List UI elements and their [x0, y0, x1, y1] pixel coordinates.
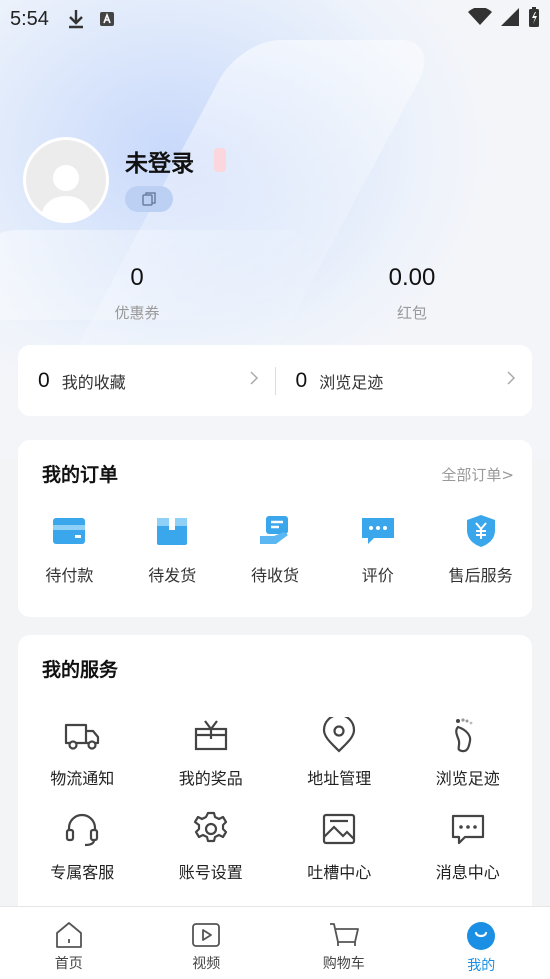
copy-icon: [142, 192, 156, 206]
download-icon: [67, 9, 85, 29]
bottom-navigation: 首页 视频 购物车 我的: [0, 906, 550, 979]
nav-profile[interactable]: 我的: [413, 907, 550, 979]
service-prizes[interactable]: 我的奖品: [147, 717, 276, 789]
favorites-label: 我的收藏: [61, 372, 126, 392]
gear-icon: [193, 811, 227, 843]
wifi-icon: [468, 6, 492, 31]
stat-value: 0.00: [388, 264, 436, 291]
nav-home[interactable]: 首页: [0, 907, 138, 979]
order-to-ship[interactable]: 待发货: [121, 514, 224, 586]
home-icon: [55, 922, 82, 948]
keyboard-a-icon: [99, 11, 115, 27]
nav-label: 首页: [54, 956, 83, 972]
service-label: 账号设置: [178, 863, 243, 882]
order-after-sales[interactable]: 售后服务: [429, 514, 532, 586]
battery-icon: [528, 6, 540, 33]
order-item-label: 评价: [361, 566, 394, 585]
order-item-label: 售后服务: [448, 566, 513, 585]
image-icon: [323, 813, 356, 845]
service-address[interactable]: 地址管理: [275, 717, 404, 789]
nav-cart[interactable]: 购物车: [275, 907, 413, 979]
chevron-right-icon: [249, 370, 259, 391]
copy-button[interactable]: [125, 186, 173, 212]
nav-label: 视频: [192, 956, 221, 972]
services-grid: 物流通知 我的奖品 地址管理 浏览足迹 专属客服 账号设置 吐槽中心 消息中心: [18, 717, 532, 883]
order-to-receive[interactable]: 待收货: [224, 514, 327, 586]
avatar[interactable]: [23, 137, 109, 223]
footprint-icon: [454, 718, 473, 753]
stat-label: 优惠券: [114, 304, 160, 322]
cart-icon: [329, 923, 359, 946]
order-review[interactable]: 评价: [326, 514, 429, 586]
service-label: 吐槽中心: [307, 863, 372, 882]
orders-title: 我的订单: [42, 464, 119, 486]
package-icon: [157, 518, 188, 545]
stat-value: 0: [130, 264, 144, 291]
gift-icon: [194, 720, 227, 751]
service-logistics[interactable]: 物流通知: [18, 717, 147, 789]
receive-icon: [259, 516, 288, 544]
service-label: 我的奖品: [178, 769, 243, 788]
services-title: 我的服务: [42, 659, 119, 681]
service-label: 专属客服: [50, 863, 115, 882]
location-icon: [323, 717, 356, 753]
stat-label: 红包: [396, 304, 427, 322]
message-icon: [451, 814, 484, 845]
signal-icon: [500, 7, 520, 32]
favorites-card: 0 我的收藏 0 浏览足迹: [18, 345, 532, 416]
service-messages[interactable]: 消息中心: [404, 811, 533, 883]
service-label: 物流通知: [50, 769, 115, 788]
nav-label: 我的: [467, 958, 496, 974]
member-badge: [214, 148, 226, 172]
order-item-label: 待付款: [45, 566, 94, 585]
username[interactable]: 未登录: [125, 144, 194, 178]
decorative-streak: [59, 40, 441, 380]
nav-label: 购物车: [322, 956, 365, 972]
favorites-count: 0: [38, 368, 50, 392]
service-label: 消息中心: [435, 863, 500, 882]
chevron-right-icon: [506, 370, 516, 391]
stat-coupons[interactable]: 0 优惠券: [67, 264, 207, 323]
order-status-row: 待付款 待发货 待收货 评价 售后服务: [18, 514, 532, 586]
profile-icon: [467, 922, 496, 950]
order-item-label: 待发货: [148, 566, 197, 585]
history-count: 0: [295, 368, 308, 392]
my-services-card: 我的服务 物流通知 我的奖品 地址管理 浏览足迹 专属客服 账号设置 吐槽中心 …: [18, 635, 532, 935]
after-sales-icon: [466, 515, 495, 547]
my-favorites-link[interactable]: 0 我的收藏: [18, 345, 275, 416]
truck-icon: [65, 723, 100, 750]
my-orders-card: 我的订单 全部订单> 待付款 待发货 待收货 评价 售后服务: [18, 440, 532, 617]
service-feedback[interactable]: 吐槽中心: [275, 811, 404, 883]
status-bar: 5:54: [0, 0, 550, 38]
service-label: 浏览足迹: [435, 769, 500, 788]
order-pending-payment[interactable]: 待付款: [18, 514, 121, 586]
headset-icon: [66, 813, 99, 847]
video-icon: [192, 923, 221, 947]
order-item-label: 待收货: [250, 566, 299, 585]
nav-video[interactable]: 视频: [138, 907, 276, 979]
browse-history-link[interactable]: 0 浏览足迹: [276, 345, 533, 416]
stat-red-packets[interactable]: 0.00 红包: [342, 264, 482, 323]
all-orders-link[interactable]: 全部订单>: [441, 464, 514, 485]
service-label: 地址管理: [307, 769, 372, 788]
history-label: 浏览足迹: [319, 372, 384, 392]
service-account-settings[interactable]: 账号设置: [147, 811, 276, 883]
comment-icon: [361, 518, 394, 544]
default-avatar-icon: [40, 165, 92, 220]
service-footprints[interactable]: 浏览足迹: [404, 717, 533, 789]
service-customer-support[interactable]: 专属客服: [18, 811, 147, 883]
wallet-icon: [53, 518, 86, 544]
status-time: 5:54: [10, 7, 49, 30]
